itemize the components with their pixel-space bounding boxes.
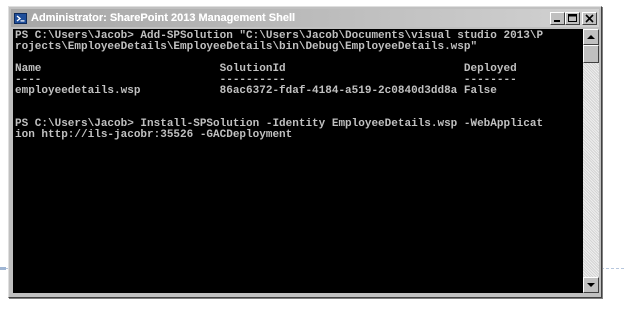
maximize-icon: [568, 13, 577, 22]
console-output[interactable]: PS C:\Users\Jacob> Add-SPSolution "C:\Us…: [13, 29, 583, 293]
arrow-up-icon: [587, 35, 595, 39]
minimize-button[interactable]: [550, 11, 565, 25]
console-line: rojects\EmployeeDetails\EmployeeDetails\…: [15, 41, 478, 53]
console-line: ion http://ils-jacobr:35526 -GACDeployme…: [15, 129, 293, 141]
close-icon: [585, 13, 594, 23]
desktop-edge-mark: [0, 267, 6, 270]
caption-buttons: [550, 11, 597, 25]
arrow-down-icon: [587, 283, 595, 287]
scroll-up-button[interactable]: [583, 29, 599, 45]
maximize-button[interactable]: [565, 11, 580, 25]
window-title: Administrator: SharePoint 2013 Managemen…: [31, 12, 296, 24]
title-bar[interactable]: Administrator: SharePoint 2013 Managemen…: [11, 9, 599, 27]
minimize-icon: [554, 19, 560, 22]
shell-window: Administrator: SharePoint 2013 Managemen…: [8, 6, 602, 298]
screen: Administrator: SharePoint 2013 Managemen…: [0, 0, 624, 315]
powershell-icon: [13, 11, 27, 25]
scroll-thumb[interactable]: [583, 45, 599, 63]
close-button[interactable]: [582, 11, 597, 25]
scroll-down-button[interactable]: [583, 277, 599, 293]
console-line: employeedetails.wsp 86ac6372-fdaf-4184-a…: [15, 85, 497, 97]
vertical-scrollbar[interactable]: [583, 29, 599, 293]
